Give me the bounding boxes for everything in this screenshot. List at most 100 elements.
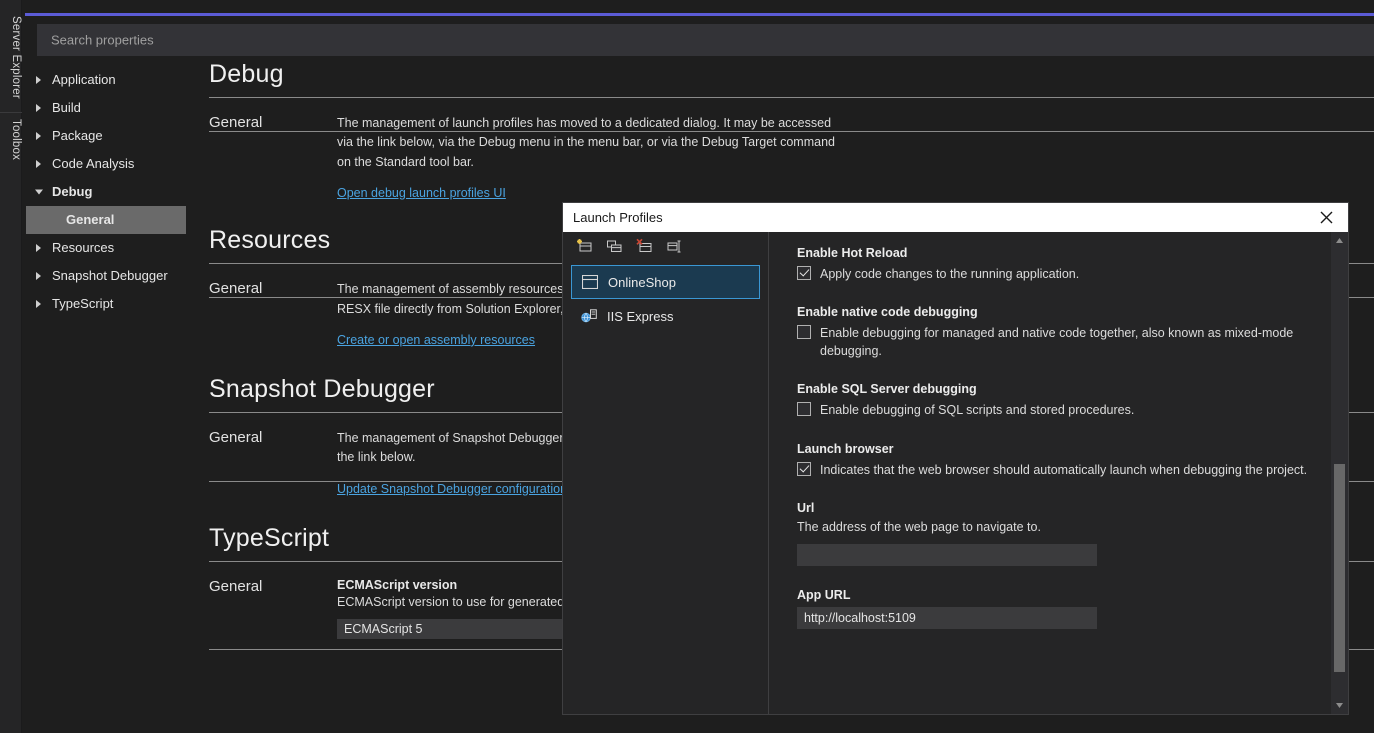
setting-title: Enable Hot Reload (797, 246, 1309, 260)
iis-server-icon (581, 309, 597, 323)
dock-tab-server-explorer[interactable]: Server Explorer (0, 10, 22, 110)
app-url-input[interactable]: http://localhost:5109 (797, 607, 1097, 629)
setting-label: Enable debugging of SQL scripts and stor… (820, 401, 1134, 419)
tree-item-typescript[interactable]: TypeScript (26, 290, 186, 318)
dialog-body: OnlineShop IIS Express (563, 232, 1348, 714)
search-properties-input[interactable]: Search properties (37, 24, 1374, 56)
tree-item-label: Resources (52, 240, 114, 255)
properties-tree: Application Build Package Code Analysis … (26, 66, 186, 318)
chevron-right-icon (36, 104, 41, 112)
tree-item-label: Snapshot Debugger (52, 268, 168, 283)
delete-profile-button[interactable] (633, 235, 655, 257)
tree-item-package[interactable]: Package (26, 122, 186, 150)
tree-item-debug[interactable]: Debug (26, 178, 186, 206)
native-code-debugging-checkbox[interactable] (797, 325, 811, 339)
new-profile-button[interactable] (573, 235, 595, 257)
tree-item-label: Code Analysis (52, 156, 134, 171)
tree-item-build[interactable]: Build (26, 94, 186, 122)
setting-title: Enable native code debugging (797, 305, 1309, 319)
app-url-field-title: App URL (797, 588, 1309, 602)
tree-item-debug-general[interactable]: General (26, 206, 186, 234)
tree-item-label: Build (52, 100, 81, 115)
duplicate-profile-button[interactable] (603, 235, 625, 257)
profiles-panel: OnlineShop IIS Express (563, 232, 769, 714)
ecmascript-version-value: ECMAScript 5 (344, 622, 423, 636)
accent-bar (25, 13, 1374, 16)
tree-item-label: TypeScript (52, 296, 113, 311)
project-window-icon (582, 275, 598, 289)
profile-settings-panel: Enable Hot Reload Apply code changes to … (769, 232, 1348, 714)
launch-profiles-dialog: Launch Profiles (563, 203, 1348, 714)
setting-label: Apply code changes to the running applic… (820, 265, 1079, 283)
property-row-label: General (209, 280, 337, 349)
hot-reload-checkbox[interactable] (797, 266, 811, 280)
caret-down-icon (1335, 702, 1344, 709)
open-debug-launch-profiles-link[interactable]: Open debug launch profiles UI (337, 186, 506, 200)
dock-tab-toolbox[interactable]: Toolbox (0, 112, 22, 172)
launch-browser-checkbox[interactable] (797, 462, 811, 476)
dialog-title-bar: Launch Profiles (563, 203, 1348, 232)
setting-app-url: App URL http://localhost:5109 (797, 588, 1309, 629)
chevron-down-icon (35, 190, 43, 195)
property-description: The management of launch profiles has mo… (337, 114, 847, 172)
chevron-right-icon (36, 160, 41, 168)
create-open-assembly-resources-link[interactable]: Create or open assembly resources (337, 333, 535, 347)
scroll-down-button[interactable] (1331, 697, 1348, 714)
setting-label: Enable debugging for managed and native … (820, 324, 1309, 360)
tree-item-snapshot-debugger[interactable]: Snapshot Debugger (26, 262, 186, 290)
visual-studio-properties-window: Server Explorer Toolbox Search propertie… (0, 0, 1374, 733)
setting-sql-server-debugging: Enable SQL Server debugging Enable debug… (797, 382, 1309, 419)
chevron-right-icon (36, 76, 41, 84)
close-button[interactable] (1304, 203, 1348, 232)
tree-item-application[interactable]: Application (26, 66, 186, 94)
tree-item-label: Package (52, 128, 103, 143)
update-snapshot-debugger-link[interactable]: Update Snapshot Debugger configuration (337, 482, 567, 496)
section-title: Debug (209, 60, 1374, 97)
rename-profile-icon (666, 238, 683, 255)
setting-title: Launch browser (797, 442, 1309, 456)
scroll-up-button[interactable] (1331, 232, 1348, 249)
property-row: General The management of launch profile… (209, 114, 1374, 202)
setting-url: Url The address of the web page to navig… (797, 501, 1309, 566)
sql-server-debugging-checkbox[interactable] (797, 402, 811, 416)
profile-name: IIS Express (607, 309, 673, 324)
scrollbar-thumb[interactable] (1334, 464, 1345, 672)
chevron-right-icon (36, 244, 41, 252)
tree-item-label: General (66, 212, 114, 227)
property-row-label: General (209, 114, 337, 202)
property-row-label: General (209, 578, 337, 639)
section-divider (209, 97, 1374, 98)
profile-item-iis-express[interactable]: IIS Express (571, 299, 760, 333)
tool-dock-strip: Server Explorer Toolbox (0, 0, 22, 733)
profile-item-onlineshop[interactable]: OnlineShop (571, 265, 760, 299)
setting-native-code-debugging: Enable native code debugging Enable debu… (797, 305, 1309, 360)
setting-hot-reload: Enable Hot Reload Apply code changes to … (797, 246, 1309, 283)
new-profile-icon (576, 238, 593, 255)
section-debug: Debug General The management of launch p… (209, 60, 1374, 202)
profiles-toolbar (563, 232, 768, 260)
duplicate-profile-icon (606, 238, 623, 255)
tree-item-label: Application (52, 72, 116, 87)
rename-profile-button[interactable] (663, 235, 685, 257)
settings-scrollbar[interactable] (1331, 232, 1348, 714)
settings-scroll-content: Enable Hot Reload Apply code changes to … (769, 232, 1331, 714)
dock-tab-label: Server Explorer (10, 16, 22, 99)
tree-item-label: Debug (52, 184, 92, 199)
setting-title: Enable SQL Server debugging (797, 382, 1309, 396)
property-row-label: General (209, 429, 337, 498)
dock-tab-label: Toolbox (10, 119, 22, 160)
caret-up-icon (1335, 237, 1344, 244)
url-input[interactable] (797, 544, 1097, 566)
chevron-right-icon (36, 272, 41, 280)
search-placeholder: Search properties (51, 33, 154, 48)
chevron-right-icon (36, 300, 41, 308)
tree-item-resources[interactable]: Resources (26, 234, 186, 262)
profile-name: OnlineShop (608, 275, 676, 290)
url-field-description: The address of the web page to navigate … (797, 520, 1309, 534)
chevron-right-icon (36, 132, 41, 140)
setting-launch-browser: Launch browser Indicates that the web br… (797, 442, 1309, 479)
delete-profile-icon (636, 238, 653, 255)
url-field-title: Url (797, 501, 1309, 515)
tree-item-code-analysis[interactable]: Code Analysis (26, 150, 186, 178)
close-icon (1320, 211, 1333, 224)
